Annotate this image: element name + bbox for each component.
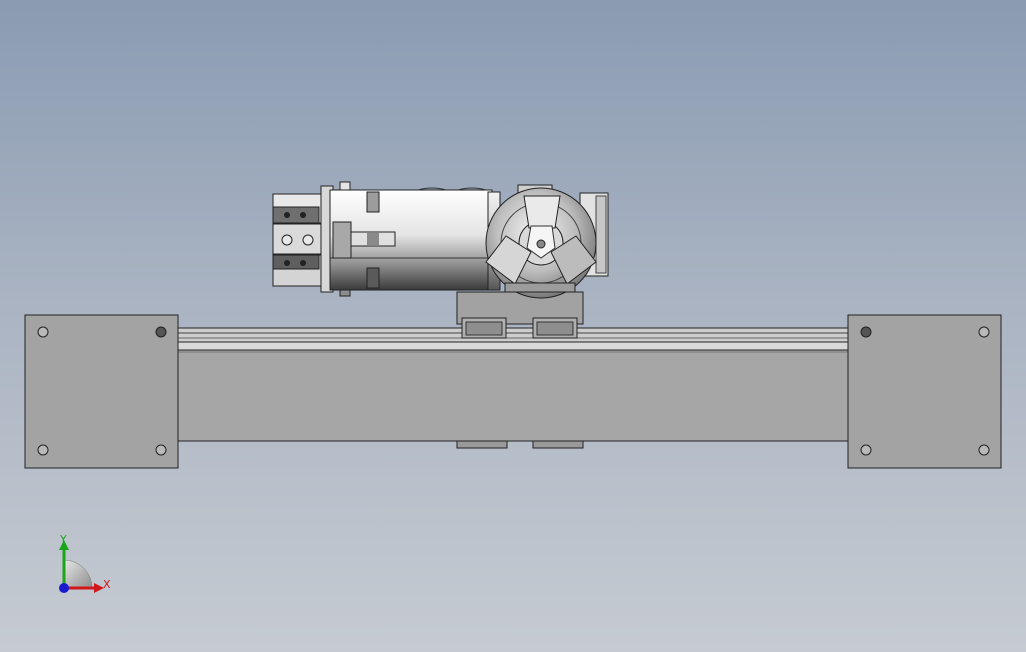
cad-viewport[interactable]: Y X — [0, 0, 1026, 652]
model-view[interactable]: Y X — [0, 0, 1026, 652]
three-jaw-chuck[interactable] — [485, 184, 609, 299]
y-axis-label: Y — [59, 533, 67, 546]
end-plate-left[interactable] — [24, 314, 179, 469]
motor[interactable] — [272, 181, 501, 297]
linear-actuator-rail[interactable] — [177, 327, 849, 449]
coordinate-triad: Y X — [59, 533, 111, 593]
x-axis-label: X — [103, 578, 111, 591]
end-plate-right[interactable] — [847, 314, 1002, 469]
z-axis-dot — [59, 583, 69, 593]
